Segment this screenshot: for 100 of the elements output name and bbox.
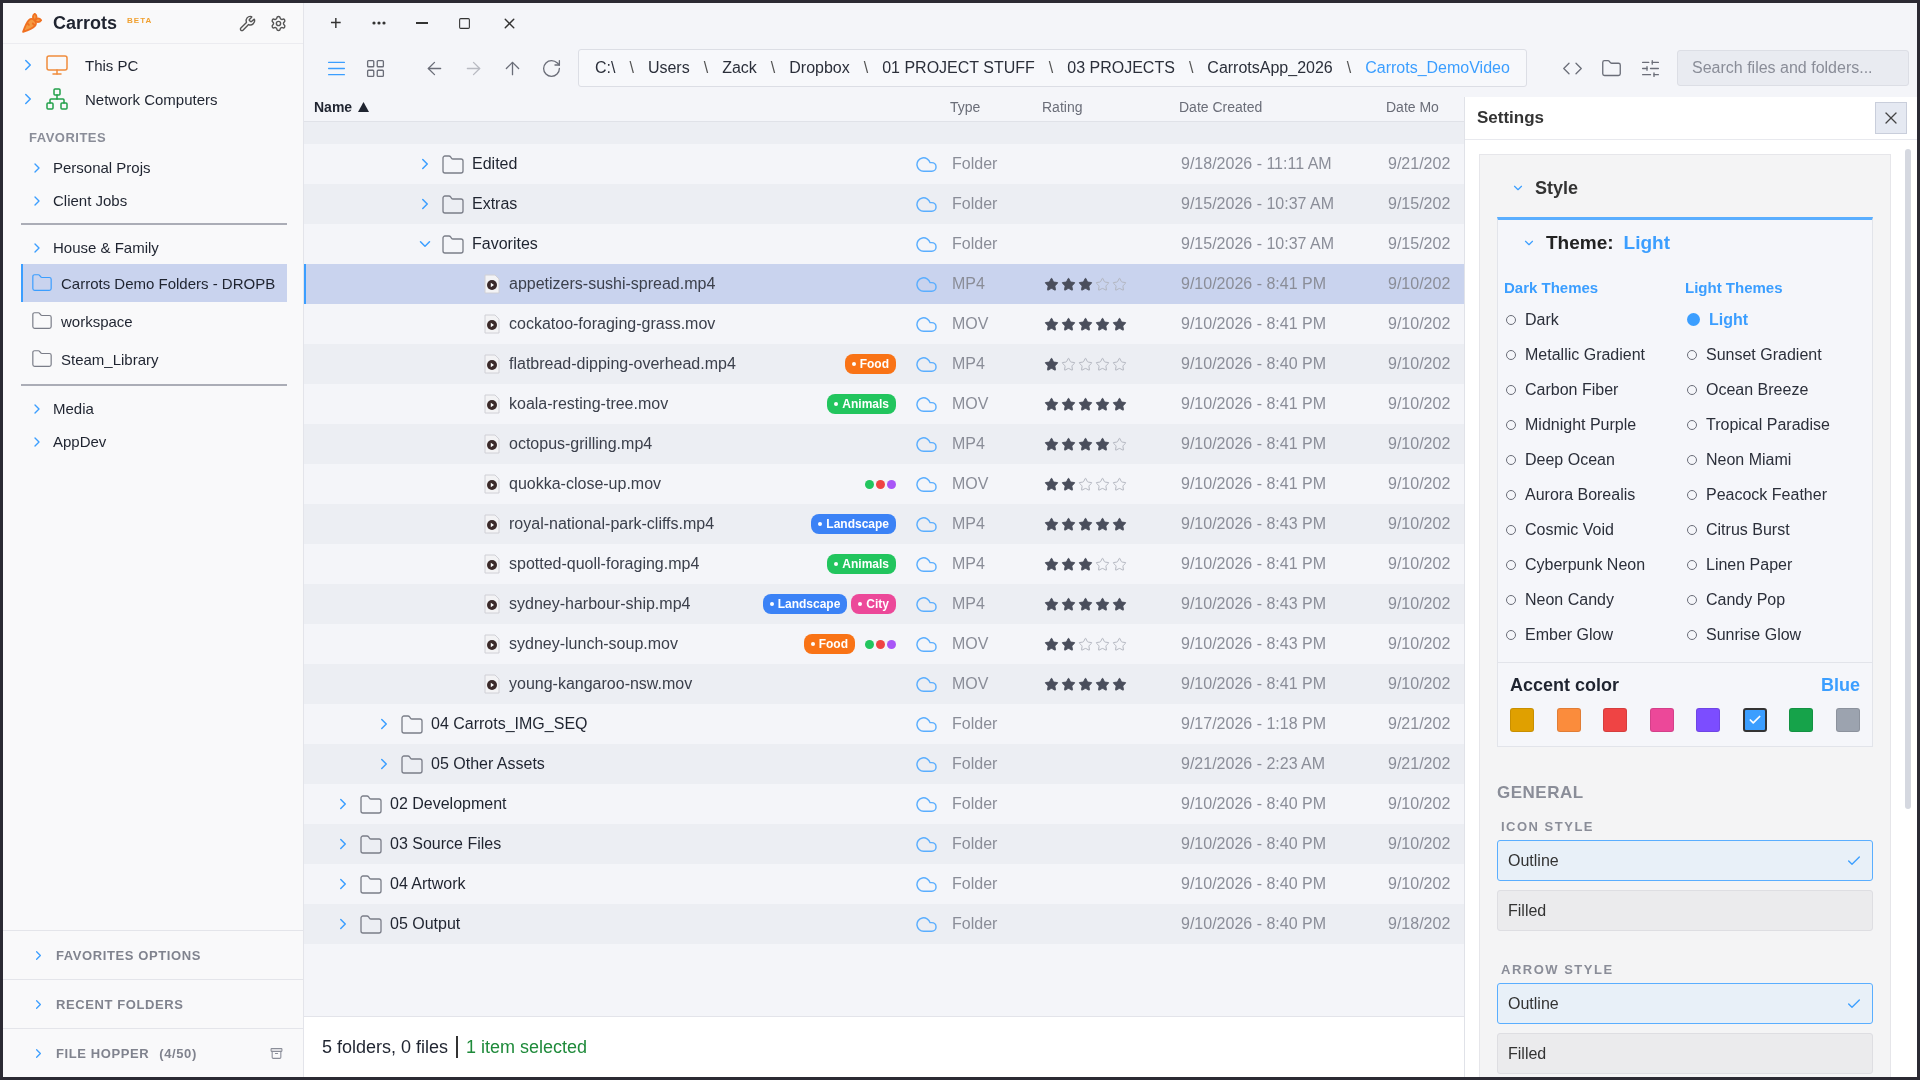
theme-radio[interactable]: Carbon Fiber bbox=[1504, 372, 1685, 407]
network-icon bbox=[45, 87, 69, 111]
breadcrumb-link[interactable]: Zack bbox=[722, 59, 757, 77]
new-tab-button[interactable]: + bbox=[326, 11, 346, 35]
theme-radio[interactable]: Citrus Burst bbox=[1685, 512, 1866, 547]
date-modified-cell-text: 9/21/202 bbox=[1388, 155, 1452, 173]
theme-radio[interactable]: Cyberpunk Neon bbox=[1504, 547, 1685, 582]
theme-radio[interactable]: Deep Ocean bbox=[1504, 442, 1685, 477]
theme-radio[interactable]: Candy Pop bbox=[1685, 582, 1866, 617]
theme-radio[interactable]: Metallic Gradient bbox=[1504, 337, 1685, 372]
date-created-cell-text: 9/10/2026 - 8:43 PM bbox=[1181, 515, 1327, 533]
style-option[interactable]: Filled bbox=[1497, 1033, 1873, 1074]
tag: Food bbox=[803, 634, 855, 654]
theme-radio[interactable]: Neon Miami bbox=[1685, 442, 1866, 477]
theme-radio[interactable]: Sunset Gradient bbox=[1685, 337, 1866, 372]
date-created-cell-text: 9/10/2026 - 8:41 PM bbox=[1181, 675, 1327, 693]
breadcrumb-link[interactable]: Dropbox bbox=[789, 59, 850, 77]
file-row[interactable]: Favorites Folder 9/15/2026 - 10:37 AM 9/15/202 bbox=[304, 224, 1464, 264]
file-row[interactable]: cockatoo-foraging-grass.mov MOV 9/10/2026 - 8:41 PM 9/10/202 bbox=[304, 304, 1464, 344]
theme-radio[interactable]: Peacock Feather bbox=[1685, 477, 1866, 512]
sidebar-section[interactable]: FILE HOPPER (4/50) bbox=[3, 1028, 303, 1077]
option-group-label: ICON STYLE bbox=[1501, 819, 1595, 834]
sidebar-item[interactable]: This PC bbox=[3, 48, 303, 82]
column-header[interactable]: Date Mo bbox=[1386, 99, 1464, 115]
folder-icon bbox=[401, 714, 423, 734]
favorite-item[interactable]: Steam_Library bbox=[21, 340, 287, 378]
theme-radio[interactable]: Dark bbox=[1504, 302, 1685, 337]
theme-radio[interactable]: Aurora Borealis bbox=[1504, 477, 1685, 512]
theme-header[interactable]: Theme: Light bbox=[1498, 220, 1670, 266]
star-icon bbox=[1044, 276, 1059, 292]
file-name: 05 Output bbox=[390, 915, 461, 933]
cloud-icon bbox=[916, 716, 937, 732]
type-cell-text: MP4 bbox=[952, 555, 986, 573]
favorite-item[interactable]: Media bbox=[3, 392, 287, 425]
star-icon bbox=[1078, 436, 1093, 452]
scrollbar-thumb[interactable] bbox=[1905, 149, 1911, 809]
file-row[interactable]: spotted-quoll-foraging.mp4 Animals MP4 9/10/2026 - 8:41 PM 9/10/202 bbox=[304, 544, 1464, 584]
video-file-icon bbox=[483, 434, 501, 454]
breadcrumb-link[interactable]: 03 PROJECTS bbox=[1067, 59, 1175, 77]
theme-radio[interactable]: Ember Glow bbox=[1504, 617, 1685, 652]
sidebar-section[interactable]: RECENT FOLDERS bbox=[3, 979, 303, 1028]
breadcrumb-link[interactable]: C:\ bbox=[595, 59, 616, 77]
star-icon bbox=[1078, 596, 1093, 612]
theme-radio[interactable]: Sunrise Glow bbox=[1685, 617, 1866, 652]
star-icon bbox=[1061, 396, 1076, 412]
style-section-header[interactable]: Style bbox=[1497, 173, 1579, 203]
file-row[interactable]: koala-resting-tree.mov Animals MOV 9/10/2026 - 8:41 PM 9/10/202 bbox=[304, 384, 1464, 424]
date-modified-cell-text: 9/10/202 bbox=[1388, 435, 1452, 453]
star-icon bbox=[1078, 556, 1093, 572]
favorite-item[interactable]: House & Family bbox=[3, 231, 287, 264]
star-icon bbox=[1061, 276, 1076, 292]
type-cell-text: Folder bbox=[952, 875, 999, 893]
favorite-item[interactable]: workspace bbox=[21, 302, 287, 340]
column-header[interactable]: Type bbox=[950, 99, 1042, 115]
file-row[interactable]: appetizers-sushi-spread.mp4 MP4 9/10/2026 - 8:41 PM 9/10/202 bbox=[304, 264, 1464, 304]
file-row[interactable]: 02 Development Folder 9/10/2026 - 8:40 PM 9/10/202 bbox=[304, 784, 1464, 824]
theme-radio[interactable]: Ocean Breeze bbox=[1685, 372, 1866, 407]
theme-radio[interactable]: Cosmic Void bbox=[1504, 512, 1685, 547]
breadcrumb-link[interactable]: 01 PROJECT STUFF bbox=[882, 59, 1035, 77]
star-icon bbox=[1044, 676, 1059, 692]
maximize-icon bbox=[457, 16, 471, 30]
date-created-cell-text: 9/10/2026 - 8:40 PM bbox=[1181, 835, 1327, 853]
theme-radio[interactable]: Neon Candy bbox=[1504, 582, 1685, 617]
sidebar-section[interactable]: FAVORITES OPTIONS bbox=[3, 930, 303, 979]
type-cell-text: MOV bbox=[952, 475, 990, 493]
breadcrumb-link[interactable]: CarrotsApp_2026 bbox=[1207, 59, 1333, 77]
archive-icon[interactable] bbox=[270, 1046, 283, 1060]
color-swatch[interactable] bbox=[1742, 708, 1767, 732]
cloud-icon bbox=[916, 796, 937, 812]
style-option[interactable]: Filled bbox=[1497, 890, 1873, 931]
column-header[interactable]: Name bbox=[314, 99, 914, 115]
file-name: flatbread-dipping-overhead.mp4 bbox=[509, 355, 736, 373]
folder-icon bbox=[442, 194, 464, 214]
favorite-item[interactable]: Carrots Demo Folders - DROPB bbox=[21, 264, 287, 302]
theme-radio[interactable]: Tropical Paradise bbox=[1685, 407, 1866, 442]
sidebar-item[interactable]: Network Computers bbox=[3, 82, 303, 116]
folder-icon bbox=[360, 874, 382, 894]
search-field[interactable]: Search files and folders... bbox=[1677, 50, 1909, 86]
favorite-item[interactable]: Client Jobs bbox=[3, 184, 287, 217]
theme-radio[interactable]: Linen Paper bbox=[1685, 547, 1866, 582]
favorite-item[interactable]: Personal Projs bbox=[3, 151, 287, 184]
file-row[interactable]: 04 Artwork Folder 9/10/2026 - 8:40 PM 9/10/202 bbox=[304, 864, 1464, 904]
column-header[interactable]: Date Created bbox=[1179, 99, 1386, 115]
star-icon bbox=[1095, 476, 1110, 492]
style-option[interactable]: Outline bbox=[1497, 840, 1873, 881]
file-row[interactable]: Edited Folder 9/18/2026 - 11:11 AM 9/21/202 bbox=[304, 144, 1464, 184]
date-created-cell-text: 9/10/2026 - 8:43 PM bbox=[1181, 635, 1327, 653]
file-row[interactable]: quokka-close-up.mov MOV 9/10/2026 - 8:41 PM 9/10/202 bbox=[304, 464, 1464, 504]
style-option[interactable]: Outline bbox=[1497, 983, 1873, 1024]
breadcrumb-link[interactable]: Users bbox=[647, 59, 690, 77]
file-row[interactable]: 04 Carrots_IMG_SEQ Folder 9/17/2026 - 1:18 PM 9/21/202 bbox=[304, 704, 1464, 744]
video-file-icon bbox=[483, 514, 501, 534]
file-name: royal-national-park-cliffs.mp4 bbox=[509, 515, 715, 533]
star-icon bbox=[1095, 276, 1110, 292]
file-row[interactable]: sydney-lunch-soup.mov Food MOV 9/10/2026 - 8:43 PM 9/10/202 bbox=[304, 624, 1464, 664]
date-created-cell-text: 9/10/2026 - 8:41 PM bbox=[1181, 275, 1327, 293]
star-icon bbox=[1095, 596, 1110, 612]
column-header[interactable]: Rating bbox=[1042, 99, 1179, 115]
theme-radio[interactable]: Midnight Purple bbox=[1504, 407, 1685, 442]
favorite-item[interactable]: AppDev bbox=[3, 425, 287, 458]
